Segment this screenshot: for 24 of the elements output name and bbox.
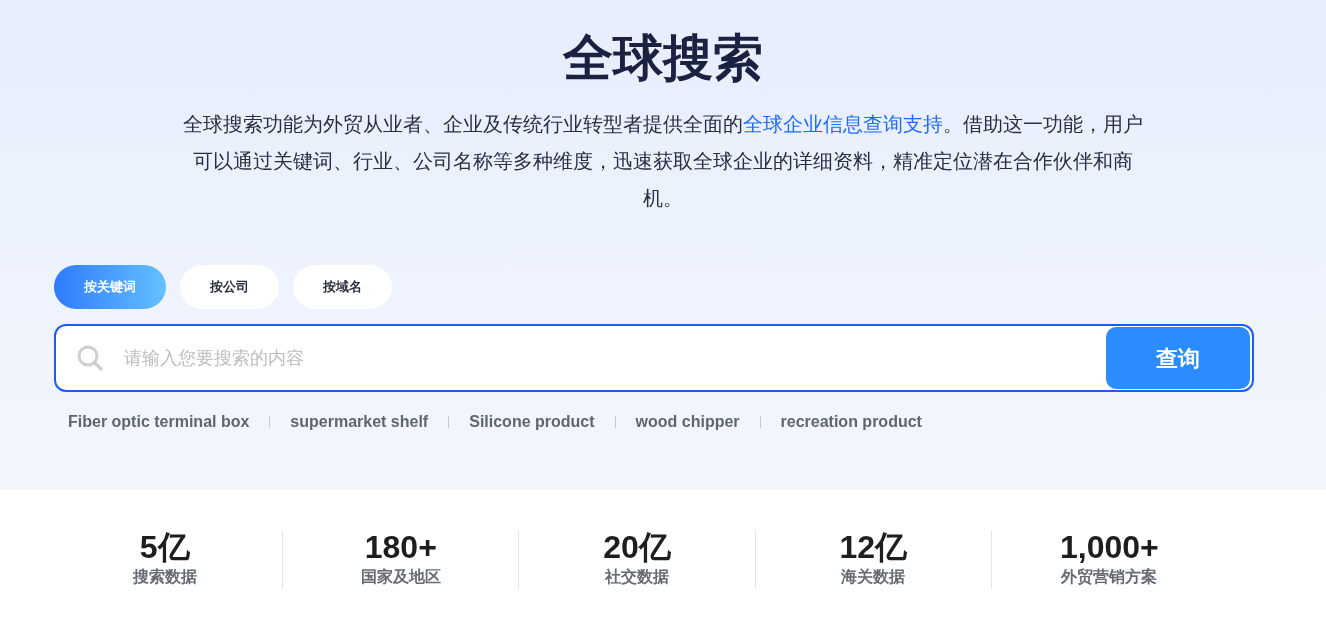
stat-value: 1,000+ [1059,530,1160,566]
stat-label: 国家及地区 [359,567,442,588]
suggestion-link[interactable]: Fiber optic terminal box [68,410,250,434]
search-button[interactable]: 查询 [1106,327,1250,389]
stat-label: 搜索数据 [131,567,198,588]
search-field[interactable]: 请输入您要搜索的内容 查询 [54,324,1254,392]
page-title: 全球搜索 [561,29,764,88]
suggestion-link[interactable]: Silicone product [469,410,595,434]
description: 全球搜索功能为外贸从业者、企业及传统行业转型者提供全面的全球企业信息查询支持。借助这一功能，用户可以通过关键词、行业、公司名称等多种维度，迅速获取全球企业的详细资料，精准定位潜在合作伙伴和商机。 [183,112,1143,211]
search-tab[interactable]: 按公司 [180,265,279,309]
stat-label: 外贸营销方案 [1059,567,1159,588]
search-tab[interactable]: 按域名 [293,265,392,309]
stat-label: 社交数据 [604,567,670,588]
stat-value: 20亿 [602,530,672,566]
search-icon [76,344,104,372]
suggestion-link[interactable]: supermarket shelf [290,410,429,434]
link[interactable]: 全球企业信息查询支持 [743,113,943,135]
stat-value: 5亿 [138,530,191,566]
stat-value: 12亿 [838,530,908,566]
search-tab[interactable]: 按关键词 [54,265,166,309]
stat-label: 海关数据 [840,567,907,588]
stat-value: 180+ [363,530,438,566]
suggestion-link[interactable]: recreation product [780,410,922,434]
suggestion-link[interactable]: wood chipper [635,410,740,434]
